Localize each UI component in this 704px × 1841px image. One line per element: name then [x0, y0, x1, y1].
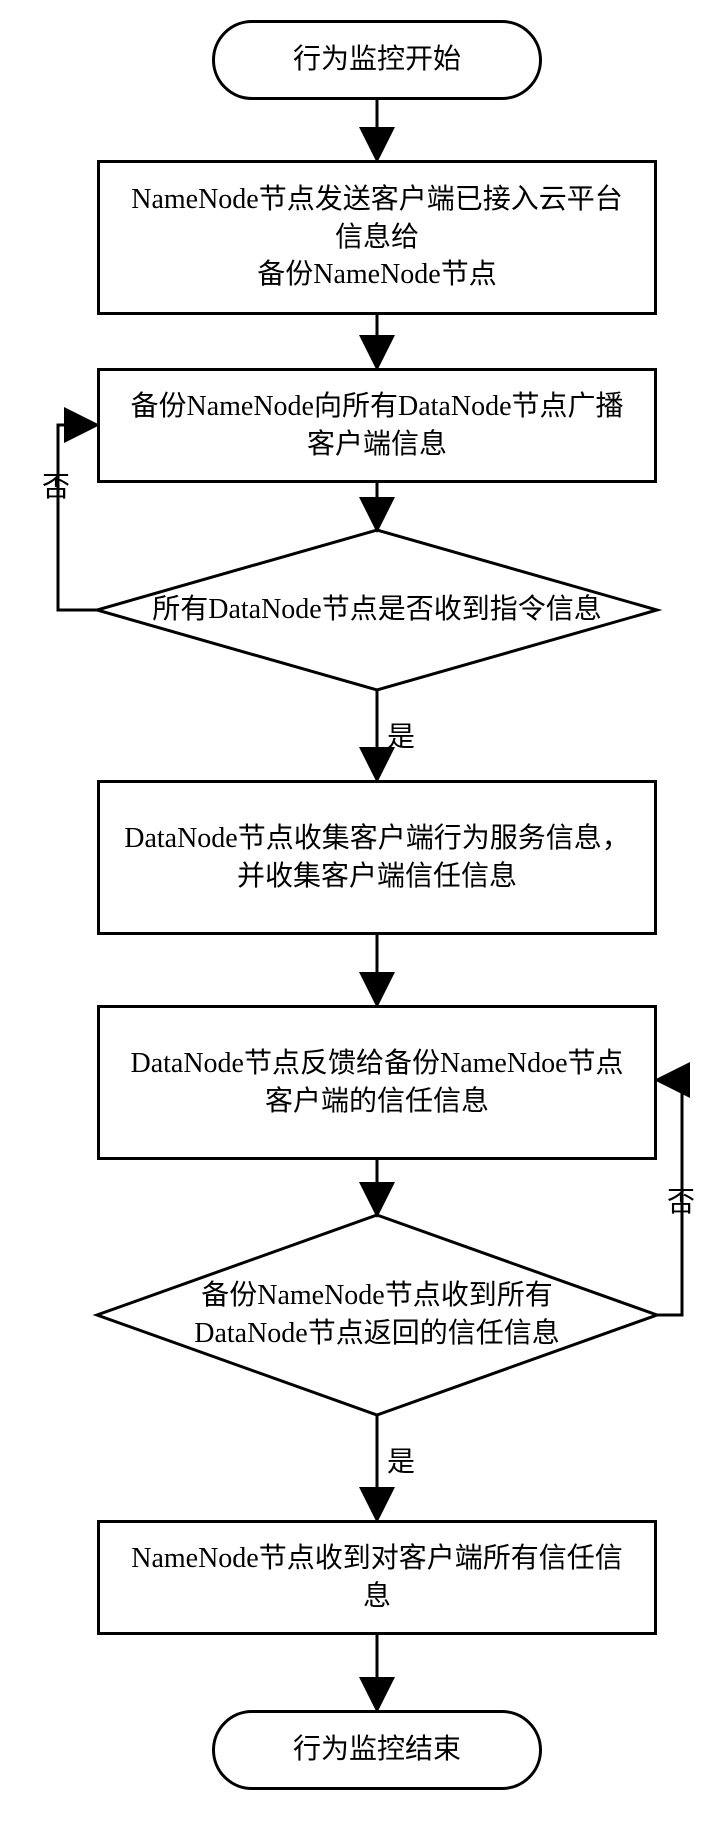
start-label: 行为监控开始	[293, 41, 461, 79]
edge-label-no-2: 否	[667, 1180, 695, 1220]
process-namenode-send: NameNode节点发送客户端已接入云平台信息给 备份NameNode节点	[97, 160, 657, 315]
decision-backup-received: 备份NameNode节点收到所有DataNode节点返回的信任信息	[97, 1215, 657, 1415]
process-datanode-collect-label: DataNode节点收集客户端行为服务信息，并收集客户端信任信息	[118, 820, 636, 896]
process-namenode-send-label: NameNode节点发送客户端已接入云平台信息给 备份NameNode节点	[118, 181, 636, 294]
flowchart-container: 行为监控开始 NameNode节点发送客户端已接入云平台信息给 备份NameNo…	[22, 20, 682, 1820]
end-terminal: 行为监控结束	[212, 1710, 542, 1790]
process-datanode-feedback-label: DataNode节点反馈给备份NameNdoe节点客户端的信任信息	[118, 1045, 636, 1121]
process-backup-broadcast: 备份NameNode向所有DataNode节点广播客户端信息	[97, 368, 657, 483]
decision-datanode-received-label: 所有DataNode节点是否收到指令信息	[152, 591, 602, 629]
start-terminal: 行为监控开始	[212, 20, 542, 100]
process-datanode-feedback: DataNode节点反馈给备份NameNdoe节点客户端的信任信息	[97, 1005, 657, 1160]
decision-datanode-received: 所有DataNode节点是否收到指令信息	[97, 530, 657, 690]
edge-label-no-1: 否	[42, 465, 70, 505]
process-backup-broadcast-label: 备份NameNode向所有DataNode节点广播客户端信息	[118, 388, 636, 464]
edge-label-yes-2: 是	[387, 1440, 415, 1480]
decision-backup-received-label: 备份NameNode节点收到所有DataNode节点返回的信任信息	[167, 1277, 587, 1353]
process-datanode-collect: DataNode节点收集客户端行为服务信息，并收集客户端信任信息	[97, 780, 657, 935]
edge-label-yes-1: 是	[387, 715, 415, 755]
end-label: 行为监控结束	[293, 1731, 461, 1769]
process-namenode-receive: NameNode节点收到对客户端所有信任信息	[97, 1520, 657, 1635]
process-namenode-receive-label: NameNode节点收到对客户端所有信任信息	[118, 1540, 636, 1616]
